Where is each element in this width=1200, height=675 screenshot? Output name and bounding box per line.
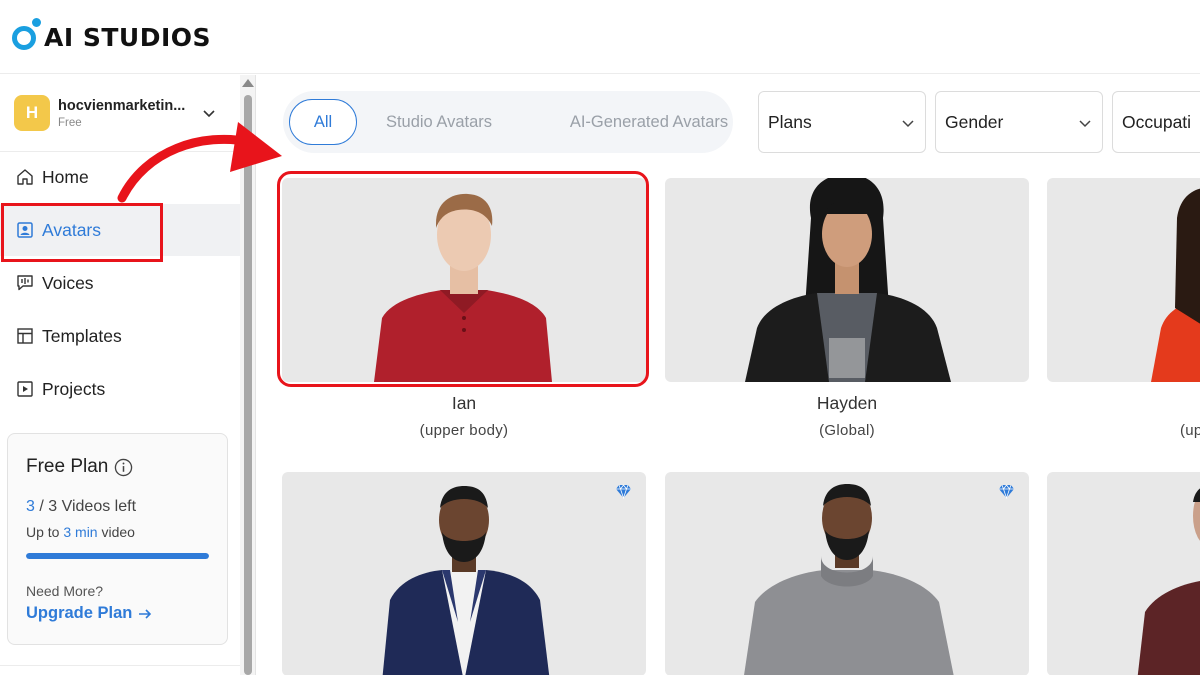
avatar-type-tabs: All Studio Avatars AI-Generated Avatars [283, 91, 733, 153]
upgrade-plan-label: Upgrade Plan [26, 604, 133, 622]
occupation-dropdown[interactable]: Occupati [1112, 91, 1200, 153]
template-icon [17, 328, 33, 344]
avatar-thumbnail [745, 178, 951, 382]
sidebar-item-projects[interactable]: Projects [0, 363, 240, 415]
usage-progress-fill [26, 553, 209, 559]
scroll-up-arrow-icon[interactable] [242, 79, 254, 87]
chevron-down-icon [203, 110, 215, 118]
avatar-card-4[interactable] [282, 472, 646, 675]
plan-card: Free Plan 3 / 3 Videos left Up to 3 min … [7, 433, 228, 645]
avatar-name: Hayden [816, 393, 878, 413]
avatar-card-6[interactable] [1047, 472, 1200, 675]
videos-total: / 3 Videos left [39, 498, 137, 515]
occupation-dropdown-label: Occupati [1122, 111, 1192, 132]
info-icon[interactable] [114, 458, 133, 477]
avatar-subtitle: (up [1180, 422, 1200, 439]
premium-diamond-icon [999, 484, 1014, 499]
videos-left: 3 / 3 Videos left [26, 498, 136, 516]
avatar-subtitle: (Global) [819, 422, 875, 439]
usage-progress-bar [26, 553, 209, 559]
plans-dropdown[interactable]: Plans [758, 91, 926, 153]
tab-ai-generated-avatars[interactable]: AI-Generated Avatars [565, 99, 733, 145]
video-duration-limit: Up to 3 min video [26, 524, 135, 540]
avatar-card-5[interactable] [665, 472, 1029, 675]
plans-dropdown-label: Plans [768, 111, 812, 132]
app-window: AI STUDIOS H hocvienmarketin... Free Hom… [0, 0, 1200, 675]
avatar-card-hayden[interactable] [665, 178, 1029, 382]
plan-title: Free Plan [26, 456, 133, 478]
premium-diamond-icon [616, 484, 631, 499]
home-icon [17, 169, 33, 185]
plan-title-text: Free Plan [26, 456, 109, 477]
need-more-label: Need More? [26, 583, 104, 599]
upgrade-plan-link[interactable]: Upgrade Plan [26, 604, 153, 623]
sidebar-item-templates[interactable]: Templates [0, 310, 240, 362]
chevron-down-icon [1079, 120, 1091, 128]
avatar-subtitle: (upper body) [419, 422, 509, 439]
highlight-box-avatar [277, 171, 649, 387]
sidebar-item-label: Home [42, 166, 89, 187]
logo[interactable]: AI STUDIOS [12, 18, 211, 52]
red-arrow-icon [117, 122, 282, 203]
logo-text: AI STUDIOS [44, 22, 212, 52]
avatar-thumbnail [1151, 188, 1200, 382]
chevron-down-icon [902, 120, 914, 128]
voice-icon [17, 275, 33, 291]
top-bar: AI STUDIOS [0, 0, 1200, 74]
sidebar-item-label: Voices [42, 272, 94, 293]
play-icon [17, 381, 33, 397]
gender-dropdown[interactable]: Gender [935, 91, 1103, 153]
duration-value: 3 min [63, 524, 98, 540]
logo-icon [12, 18, 42, 52]
avatar-thumbnail [744, 484, 954, 675]
highlight-box-nav [1, 203, 163, 262]
sidebar-item-voices[interactable]: Voices [0, 257, 240, 309]
account-avatar: H [14, 95, 50, 131]
tab-studio-avatars[interactable]: Studio Avatars [379, 99, 499, 145]
account-name: hocvienmarketin... [58, 97, 186, 114]
avatar-thumbnail [1137, 488, 1200, 675]
gender-dropdown-label: Gender [945, 111, 1004, 132]
duration-suffix: video [101, 524, 135, 540]
avatar-name: Ian [451, 393, 477, 413]
sidebar-item-label: Projects [42, 378, 106, 399]
avatar-thumbnail [382, 486, 550, 675]
avatar-card-3[interactable] [1047, 178, 1200, 382]
sidebar-item-label: Templates [42, 325, 122, 346]
tab-all[interactable]: All [289, 99, 357, 145]
arrow-right-icon [139, 608, 152, 619]
videos-used: 3 [26, 498, 35, 515]
duration-prefix: Up to [26, 524, 60, 540]
divider [0, 665, 240, 666]
